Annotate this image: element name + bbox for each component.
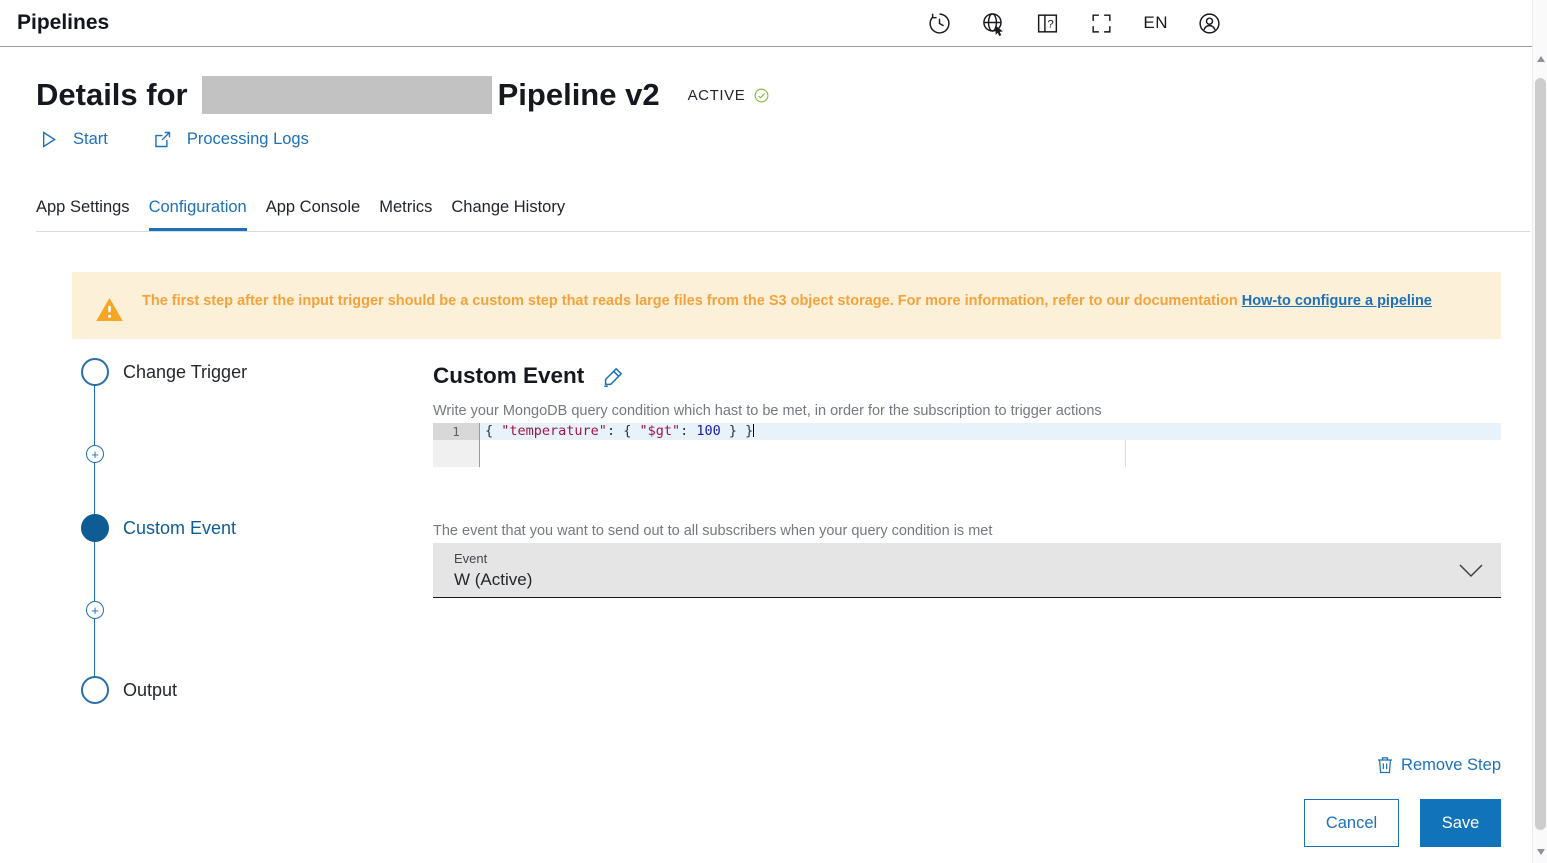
step-custom-event[interactable]: Custom Event	[81, 514, 236, 542]
code-token: } }	[721, 423, 754, 439]
save-button[interactable]: Save	[1420, 799, 1501, 847]
editor-gutter: 1	[433, 423, 480, 467]
status-label: ACTIVE	[688, 87, 746, 104]
add-step-button-1[interactable]: +	[86, 445, 104, 463]
step-circle-outline-icon	[81, 358, 109, 386]
event-select[interactable]: Event W (Active)	[433, 543, 1501, 598]
step-label: Custom Event	[123, 518, 236, 539]
external-link-icon	[152, 129, 173, 150]
code-line-1: { "temperature": { "$gt": 100 } }	[480, 423, 1501, 440]
event-hint-text: The event that you want to send out to a…	[433, 523, 1501, 540]
help-manual-icon[interactable]: ?	[1035, 11, 1060, 36]
scrollbar-thumb[interactable]	[1535, 78, 1546, 830]
status-badge: ACTIVE	[688, 87, 771, 104]
code-token-string: "temperature"	[501, 423, 607, 439]
plus-icon: +	[91, 604, 99, 617]
code-token: :	[680, 423, 696, 439]
status-check-icon	[753, 87, 770, 104]
event-select-label: Event	[454, 551, 1501, 566]
warning-triangle-icon	[94, 295, 125, 324]
svg-text:?: ?	[1048, 18, 1054, 30]
add-step-button-2[interactable]: +	[86, 601, 104, 619]
query-hint-text: Write your MongoDB query condition which…	[433, 403, 1501, 420]
code-token: {	[485, 423, 501, 439]
tab-app-console[interactable]: App Console	[266, 194, 360, 231]
scroll-down-arrow-icon[interactable]	[1537, 849, 1545, 855]
warning-message: The first step after the input trigger s…	[142, 289, 1432, 324]
start-label: Start	[73, 130, 108, 149]
tab-configuration[interactable]: Configuration	[149, 194, 247, 231]
page-title-prefix: Details for	[36, 77, 188, 113]
step-label: Output	[123, 680, 177, 701]
scroll-up-arrow-icon[interactable]	[1537, 56, 1545, 62]
edit-pencil-icon[interactable]	[602, 364, 626, 388]
code-token: : {	[607, 423, 640, 439]
cancel-button[interactable]: Cancel	[1304, 799, 1399, 847]
code-token-number: 100	[696, 423, 720, 439]
trash-icon	[1375, 755, 1395, 775]
fullscreen-icon[interactable]	[1089, 11, 1114, 36]
remove-step-label: Remove Step	[1401, 756, 1501, 775]
warning-banner: The first step after the input trigger s…	[72, 272, 1501, 339]
remove-step-row: Remove Step	[433, 755, 1501, 775]
step-detail-panel: Custom Event Write your MongoDB query co…	[433, 339, 1501, 847]
howto-configure-pipeline-link[interactable]: How-to configure a pipeline	[1242, 293, 1432, 309]
processing-logs-link[interactable]: Processing Logs	[152, 129, 309, 150]
remove-step-button[interactable]: Remove Step	[1375, 755, 1501, 775]
chevron-down-icon	[1458, 561, 1484, 581]
top-bar: Pipelines ? EN	[0, 0, 1547, 47]
processing-logs-label: Processing Logs	[187, 130, 309, 149]
configuration-main-area: Change Trigger + Custom Event + Output C…	[36, 339, 1501, 846]
app-title: Pipelines	[17, 11, 927, 35]
play-icon	[38, 129, 59, 150]
start-button[interactable]: Start	[38, 129, 108, 150]
panel-title: Custom Event	[433, 363, 584, 389]
warning-message-text: The first step after the input trigger s…	[142, 293, 1238, 309]
language-selector[interactable]: EN	[1143, 13, 1168, 33]
event-select-value: W (Active)	[454, 570, 1501, 590]
redacted-pipeline-name	[202, 76, 492, 114]
page-title-row: Details for Pipeline v2 ACTIVE	[36, 76, 1547, 114]
user-account-icon[interactable]	[1197, 11, 1222, 36]
page-actions-row: Start Processing Logs	[38, 129, 1547, 150]
tab-bar: App Settings Configuration App Console M…	[36, 194, 1530, 232]
tab-metrics[interactable]: Metrics	[379, 194, 432, 231]
tab-change-history[interactable]: Change History	[451, 194, 565, 231]
panel-title-row: Custom Event	[433, 361, 1501, 391]
editor-column-ruler	[1125, 440, 1126, 467]
line-number: 1	[433, 423, 479, 440]
step-output[interactable]: Output	[81, 676, 177, 704]
code-token-string: "$gt"	[639, 423, 680, 439]
editor-code-area[interactable]: { "temperature": { "$gt": 100 } }	[480, 423, 1501, 467]
topbar-icon-group: ? EN	[927, 11, 1222, 36]
page-title-suffix: Pipeline v2	[498, 77, 660, 113]
step-circle-outline-icon	[81, 676, 109, 704]
history-icon[interactable]	[927, 11, 952, 36]
step-circle-filled-icon	[81, 514, 109, 542]
text-cursor	[753, 424, 754, 437]
step-label: Change Trigger	[123, 362, 247, 383]
form-buttons-row: Cancel Save	[433, 799, 1501, 847]
plus-icon: +	[91, 448, 99, 461]
mongodb-query-editor[interactable]: 1 { "temperature": { "$gt": 100 } }	[433, 423, 1501, 467]
tab-app-settings[interactable]: App Settings	[36, 194, 130, 231]
globe-language-icon[interactable]	[981, 11, 1006, 36]
step-change-trigger[interactable]: Change Trigger	[81, 358, 247, 386]
vertical-scrollbar[interactable]	[1532, 0, 1547, 863]
